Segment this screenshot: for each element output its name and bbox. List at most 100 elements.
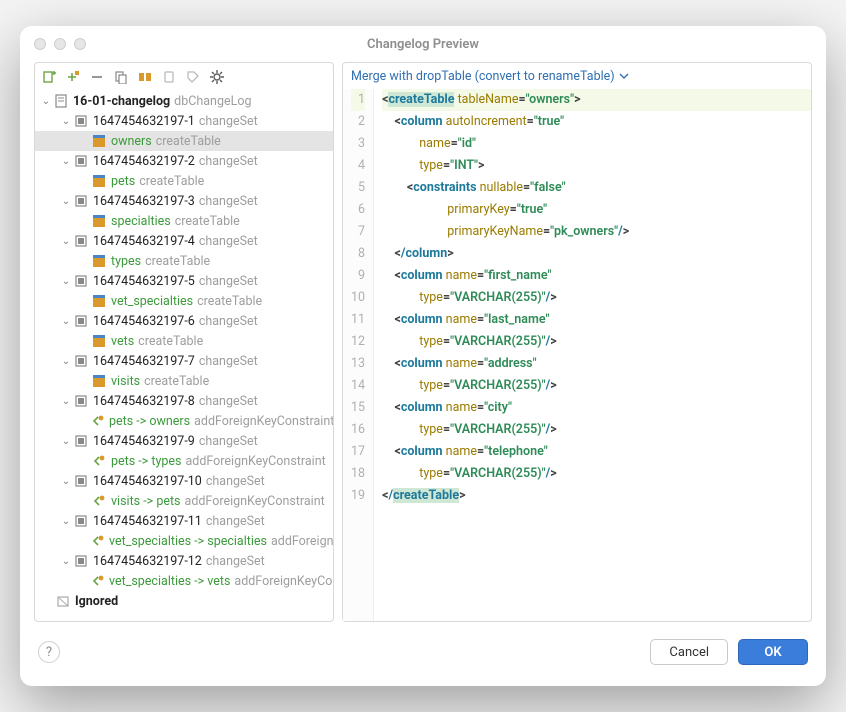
tree-changeset[interactable]: ⌄ 1647454632197-6 changeSet: [35, 311, 333, 331]
tree-changeset[interactable]: ⌄ 1647454632197-2 changeSet: [35, 151, 333, 171]
tree-label: 1647454632197-9: [93, 434, 195, 449]
main-split: ⌄ 16-01-changelog dbChangeLog ⌄ 16474546…: [34, 62, 812, 622]
chevron-down-icon[interactable]: ⌄: [59, 516, 73, 527]
tree-label: visits -> pets: [111, 494, 181, 509]
tree-leaf[interactable]: specialties createTable: [35, 211, 333, 231]
table-icon: [91, 333, 107, 349]
tree-type: changeSet: [199, 234, 258, 249]
chevron-down-icon[interactable]: ⌄: [39, 96, 53, 107]
tree-changeset[interactable]: ⌄ 1647454632197-3 changeSet: [35, 191, 333, 211]
tree-type: addForeignKeyConstraint: [234, 574, 333, 589]
tree-changeset[interactable]: ⌄ 1647454632197-9 changeSet: [35, 431, 333, 451]
merge-link[interactable]: Merge with dropTable (convert to renameT…: [343, 63, 811, 89]
zoom-icon[interactable]: [74, 38, 86, 50]
table-icon: [91, 293, 107, 309]
tree-changeset[interactable]: ⌄ 1647454632197-7 changeSet: [35, 351, 333, 371]
minimize-icon[interactable]: [54, 38, 66, 50]
foreign-key-icon: [91, 573, 105, 589]
tree-changeset[interactable]: ⌄ 1647454632197-4 changeSet: [35, 231, 333, 251]
tree-pane: ⌄ 16-01-changelog dbChangeLog ⌄ 16474546…: [34, 62, 334, 622]
tree-leaf[interactable]: vet_specialties createTable: [35, 291, 333, 311]
tree-leaf[interactable]: pets -> owners addForeignKeyConstraint: [35, 411, 333, 431]
tree-label: pets -> owners: [109, 414, 190, 429]
tree-label: vets: [111, 334, 134, 349]
tree-type: changeSet: [199, 354, 258, 369]
close-icon[interactable]: [34, 38, 46, 50]
chevron-down-icon[interactable]: ⌄: [59, 396, 73, 407]
button-bar: Cancel OK: [650, 639, 808, 665]
tag-icon[interactable]: [185, 69, 201, 85]
chevron-down-icon[interactable]: ⌄: [59, 316, 73, 327]
remove-icon[interactable]: [89, 69, 105, 85]
tree-label: 1647454632197-12: [93, 554, 202, 569]
chevron-down-icon[interactable]: ⌄: [59, 356, 73, 367]
tree-leaf[interactable]: pets -> types addForeignKeyConstraint: [35, 451, 333, 471]
gear-icon[interactable]: [209, 69, 225, 85]
chevron-down-icon[interactable]: ⌄: [59, 156, 73, 167]
chevron-down-icon[interactable]: ⌄: [59, 236, 73, 247]
clipboard-icon[interactable]: [161, 69, 177, 85]
tree-changeset[interactable]: ⌄ 1647454632197-10 changeSet: [35, 471, 333, 491]
add-changeset-icon[interactable]: [41, 69, 57, 85]
changelog-tree[interactable]: ⌄ 16-01-changelog dbChangeLog ⌄ 16474546…: [35, 91, 333, 621]
chevron-down-icon[interactable]: ⌄: [59, 556, 73, 567]
cancel-button[interactable]: Cancel: [650, 639, 728, 665]
tree-type: createTable: [139, 174, 204, 189]
tree-type: changeSet: [206, 514, 265, 529]
tree-type: dbChangeLog: [174, 94, 251, 109]
tree-label: 1647454632197-2: [93, 154, 195, 169]
window-controls: [34, 38, 86, 50]
chevron-down-icon[interactable]: ⌄: [59, 116, 73, 127]
tree-changeset[interactable]: ⌄ 1647454632197-11 changeSet: [35, 511, 333, 531]
copy-icon[interactable]: [113, 69, 129, 85]
tree-leaf[interactable]: types createTable: [35, 251, 333, 271]
code-content: <createTable tableName="owners"> <column…: [374, 89, 811, 621]
tree-label: pets: [111, 174, 135, 189]
add-child-icon[interactable]: [65, 69, 81, 85]
tree-label: 1647454632197-3: [93, 194, 195, 209]
chevron-down-icon[interactable]: ⌄: [59, 476, 73, 487]
merge-link-label: Merge with dropTable (convert to renameT…: [351, 69, 615, 84]
tree-type: createTable: [175, 214, 240, 229]
chevron-down-icon[interactable]: ⌄: [59, 436, 73, 447]
ok-button[interactable]: OK: [738, 639, 808, 665]
table-icon: [91, 373, 107, 389]
tree-ignored[interactable]: Ignored: [35, 591, 333, 611]
chevron-down-icon[interactable]: ⌄: [59, 276, 73, 287]
table-icon: [91, 133, 107, 149]
tree-leaf[interactable]: visits createTable: [35, 371, 333, 391]
tree-changeset[interactable]: ⌄ 1647454632197-1 changeSet: [35, 111, 333, 131]
tree-leaf[interactable]: vet_specialties -> vets addForeignKeyCon…: [35, 571, 333, 591]
table-icon: [91, 253, 107, 269]
tree-label: vet_specialties: [111, 294, 193, 309]
tree-changeset[interactable]: ⌄ 1647454632197-5 changeSet: [35, 271, 333, 291]
tree-label: vet_specialties -> specialties: [109, 534, 267, 549]
tree-type: changeSet: [206, 474, 265, 489]
help-button[interactable]: ?: [38, 641, 60, 663]
move-icon[interactable]: [137, 69, 153, 85]
tree-label: pets -> types: [111, 454, 181, 469]
tree-changeset[interactable]: ⌄ 1647454632197-12 changeSet: [35, 551, 333, 571]
chevron-down-icon[interactable]: ⌄: [59, 196, 73, 207]
code-editor[interactable]: 12345678910111213141516171819 <createTab…: [343, 89, 811, 621]
tree-leaf[interactable]: visits -> pets addForeignKeyConstraint: [35, 491, 333, 511]
tree-changeset[interactable]: ⌄ 1647454632197-8 changeSet: [35, 391, 333, 411]
tree-leaf-selected[interactable]: owners createTable: [35, 131, 333, 151]
tree-root[interactable]: ⌄ 16-01-changelog dbChangeLog: [35, 91, 333, 111]
tree-toolbar: [35, 63, 333, 91]
tree-leaf[interactable]: vet_specialties -> specialties addForeig…: [35, 531, 333, 551]
window-title: Changelog Preview: [20, 37, 826, 52]
tree-leaf[interactable]: vets createTable: [35, 331, 333, 351]
changelog-icon: [53, 93, 69, 109]
tree-type: changeSet: [199, 434, 258, 449]
tree-type: addForeignKeyConstraint: [185, 454, 325, 469]
tree-leaf[interactable]: pets createTable: [35, 171, 333, 191]
tree-type: addForeignKeyConstraint: [271, 534, 333, 549]
changeset-icon: [73, 153, 89, 169]
foreign-key-icon: [91, 533, 105, 549]
changeset-icon: [73, 193, 89, 209]
titlebar: Changelog Preview: [20, 26, 826, 62]
tree-label: 1647454632197-5: [93, 274, 195, 289]
changeset-icon: [73, 513, 89, 529]
tree-label: 1647454632197-10: [93, 474, 202, 489]
